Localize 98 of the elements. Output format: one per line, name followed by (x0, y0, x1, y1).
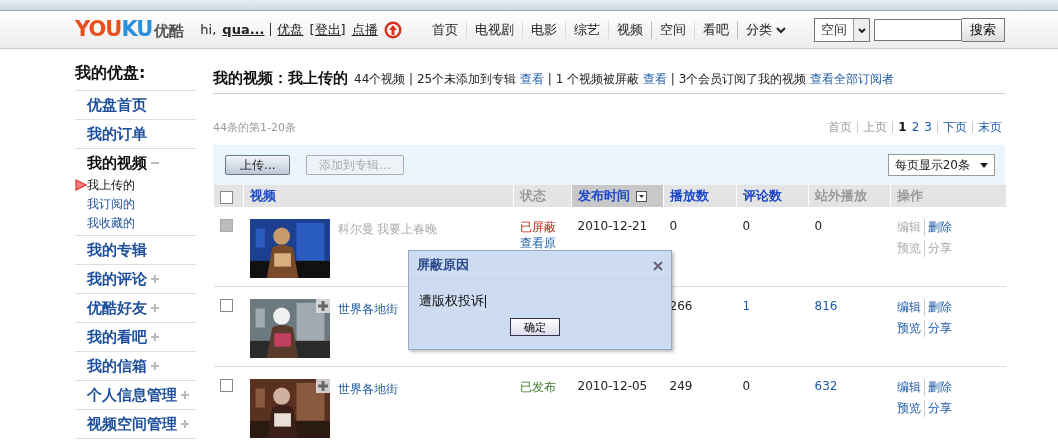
greeting-text: hi, (200, 22, 217, 37)
search-scope-select[interactable]: 空间 (814, 17, 870, 42)
sidebar-item[interactable]: 优酷好友 (87, 298, 147, 318)
header-link[interactable]: [登出] (309, 20, 346, 39)
nav-link[interactable]: 电影 (522, 20, 565, 39)
sidebar-item[interactable]: 我的视频 (87, 153, 147, 173)
column-header[interactable]: 评论数 (736, 185, 809, 207)
upload-icon[interactable] (383, 20, 402, 39)
sidebar-item[interactable]: 我的专辑 (87, 240, 147, 260)
comment-count: 0 (742, 379, 751, 393)
offsite-play-count: 816 (814, 299, 838, 313)
nav-link[interactable]: 电视剧 (466, 20, 522, 39)
action-link[interactable]: 删除 (923, 379, 952, 396)
play-count: 249 (669, 379, 693, 393)
sidebar-subitem[interactable]: 我收藏的 (87, 215, 135, 231)
action-link: 分享 (923, 240, 952, 257)
action-link[interactable]: 预览 (896, 400, 924, 417)
column-header: 操作 (890, 185, 1006, 207)
nav-link[interactable]: 看吧 (694, 20, 737, 39)
text-cursor (485, 295, 486, 308)
caret-icon (980, 162, 988, 168)
summary-text: 44个视频 | 25个未添加到专辑 查看 | 1 个视频被屏蔽 查看 | 3个会员订阅了我的视频 查看全部订阅者 (354, 71, 895, 88)
action-link: 预览 (896, 240, 922, 257)
sidebar-item[interactable]: 优盘首页 (87, 95, 147, 115)
sidebar-item[interactable]: 我的评论 (87, 269, 147, 289)
close-icon[interactable] (653, 260, 663, 271)
range-text: 44条的第1-20条 (213, 119, 296, 135)
page-link[interactable]: 1 (898, 120, 907, 134)
ok-button[interactable]: 确定 (510, 318, 560, 336)
select-all-checkbox[interactable] (220, 190, 233, 204)
selected-arrow-icon (75, 179, 87, 191)
column-header[interactable]: 视频 (243, 185, 514, 207)
sidebar-title: 我的优盘: (75, 63, 196, 91)
sidebar-item[interactable]: 我的信箱 (87, 356, 147, 376)
sidebar-item[interactable]: 视频空间管理 (87, 414, 177, 434)
expand-icon[interactable] (151, 362, 159, 370)
header-link[interactable]: 点播 (351, 20, 378, 39)
expand-icon[interactable] (151, 333, 159, 341)
caret-icon (857, 26, 866, 33)
upload-button[interactable]: 上传... (225, 155, 291, 175)
search-field[interactable] (874, 18, 962, 41)
action-link[interactable]: 分享 (923, 320, 952, 337)
video-title[interactable]: 世界各地街 (337, 379, 398, 398)
action-link[interactable]: 删除 (923, 299, 952, 316)
view-link[interactable]: 查看 (520, 72, 545, 86)
chevron-down-icon[interactable] (776, 25, 786, 34)
page-title: 我的视频：我上传的 (213, 69, 348, 88)
sidebar-item[interactable]: 我的订单 (87, 124, 147, 144)
status-text: 已发布 (519, 379, 557, 395)
page-link[interactable]: 2 (911, 120, 920, 134)
nav-link[interactable]: 视频 (608, 20, 651, 39)
action-link: 编辑 (896, 219, 922, 236)
expand-icon[interactable] (151, 304, 159, 312)
column-header: 状态 (513, 185, 572, 207)
header-link[interactable]: 优盘 (277, 20, 304, 39)
view-link[interactable]: 查看全部订阅者 (810, 72, 895, 86)
action-link[interactable]: 分享 (923, 400, 952, 417)
offsite-play-count: 0 (814, 219, 823, 233)
dialog-title: 屏蔽原因 (417, 257, 469, 274)
nav-link[interactable]: 综艺 (565, 20, 608, 39)
sort-icon[interactable] (636, 190, 647, 202)
sidebar-subitem[interactable]: 我上传的 (87, 177, 135, 193)
nav-link[interactable]: 首页 (424, 20, 466, 39)
offsite-play-count: 632 (814, 379, 838, 393)
column-header[interactable]: 播放数 (663, 185, 737, 207)
nav-link[interactable]: 分类 (737, 20, 794, 39)
pager-link[interactable]: 下页 (943, 118, 967, 136)
column-header[interactable]: 发布时间 (571, 185, 664, 207)
comment-count: 0 (742, 219, 751, 233)
sidebar-item[interactable]: 我的看吧 (87, 327, 147, 347)
sidebar-item[interactable]: 个人信息管理 (87, 385, 177, 405)
row-checkbox[interactable] (219, 379, 233, 392)
sidebar-subitem[interactable]: 我订阅的 (87, 196, 135, 212)
expand-icon[interactable] (181, 420, 189, 428)
action-link[interactable]: 编辑 (896, 299, 924, 316)
expand-icon[interactable] (181, 391, 189, 399)
page-size-select[interactable]: 每页显示20条 (887, 154, 995, 176)
collapse-icon[interactable] (151, 159, 159, 167)
status-text: 已屏蔽 (519, 219, 557, 235)
video-title[interactable]: 世界各地街 (337, 299, 398, 318)
action-link[interactable]: 预览 (896, 320, 924, 337)
column-header: 站外播放 (808, 185, 891, 207)
page-link[interactable]: 3 (924, 120, 932, 134)
youku-logo[interactable]: YOUKU优酷 (75, 16, 185, 43)
dialog-message: 遭版权投诉 (419, 293, 484, 310)
nav-link[interactable]: 空间 (651, 20, 694, 39)
play-count: 0 (669, 219, 678, 233)
date-text: 2010-12-21 (577, 219, 648, 233)
username-link[interactable]: qua... (222, 22, 265, 37)
search-button[interactable]: 搜索 (962, 17, 1005, 42)
row-checkbox[interactable] (219, 299, 233, 312)
view-link[interactable]: 查看 (642, 72, 667, 86)
expand-icon[interactable] (151, 275, 159, 283)
action-link[interactable]: 编辑 (896, 379, 924, 396)
date-text: 2010-12-05 (577, 379, 648, 393)
pager-link[interactable]: 末页 (978, 118, 1002, 136)
video-title: 科尔曼 我要上春晚 (337, 221, 438, 238)
comment-count: 1 (742, 299, 751, 313)
